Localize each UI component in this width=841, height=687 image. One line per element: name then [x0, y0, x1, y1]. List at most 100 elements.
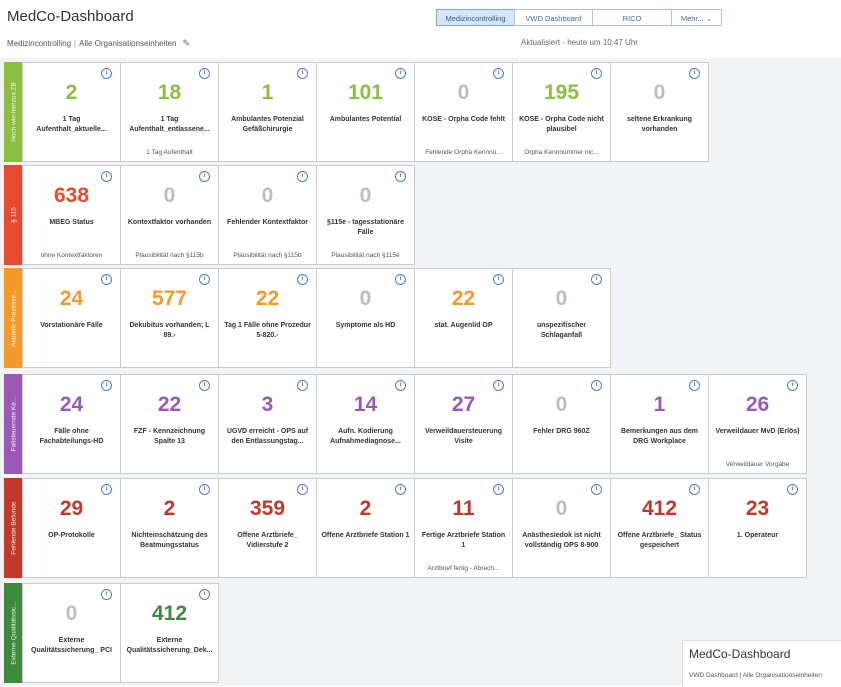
- info-icon[interactable]: i: [199, 484, 210, 495]
- kpi-tile[interactable]: i 26 Verweildauer MvD (Erlös) Verweildauer …: [708, 374, 807, 474]
- kpi-tile[interactable]: i 29 OP-Protokolle: [22, 478, 121, 578]
- pencil-icon[interactable]: ✎: [183, 38, 191, 49]
- kpi-label: 1 Tag Aufenthalt_aktuelle...: [36, 116, 107, 133]
- kpi-value: 24: [59, 287, 84, 310]
- tab-more[interactable]: Mehr... ⌄: [671, 9, 722, 26]
- info-icon[interactable]: i: [395, 274, 406, 285]
- info-icon[interactable]: i: [689, 68, 700, 79]
- kpi-label: Fertige Arztbriefe Station 1: [421, 532, 506, 549]
- kpi-value: 22: [157, 393, 182, 416]
- info-icon[interactable]: i: [493, 68, 504, 79]
- kpi-sublabel: Fehlende Orpha Kennnu...: [425, 149, 502, 156]
- kpi-tile[interactable]: i 22 stat. Augenlid OP: [414, 268, 513, 368]
- kpi-tile[interactable]: i 24 Fälle ohne Fachabteilungs-HD: [22, 374, 121, 474]
- breadcrumb-item-area[interactable]: Medizincontrolling: [7, 39, 71, 48]
- row-band: Fehlende Befunde: [4, 478, 23, 578]
- info-icon[interactable]: i: [787, 484, 798, 495]
- row-band-label: § 115: [10, 207, 17, 223]
- info-icon[interactable]: i: [297, 380, 308, 391]
- info-icon[interactable]: i: [199, 380, 210, 391]
- kpi-tile[interactable]: i 0 unspezifischer Schlaganfall: [512, 268, 611, 368]
- kpi-tile[interactable]: i 11 Fertige Arztbriefe Station 1 Arztbrief…: [414, 478, 513, 578]
- tile-row: Aktuelle Prozesse... i 24 Vorstationäre Fäl…: [4, 268, 611, 368]
- kpi-label: Nichteinschätzung des Beatmungsstatus: [131, 532, 208, 549]
- kpi-tile[interactable]: i 0 Fehler DRG 960Z: [512, 374, 611, 474]
- breadcrumb-item-org[interactable]: Alle Organisationseinheiten: [79, 39, 176, 48]
- info-icon[interactable]: i: [395, 380, 406, 391]
- info-icon[interactable]: i: [689, 484, 700, 495]
- kpi-tile[interactable]: i 577 Dekubitus vorhanden; L 89.-: [120, 268, 219, 368]
- info-icon[interactable]: i: [199, 171, 210, 182]
- info-icon[interactable]: i: [101, 274, 112, 285]
- kpi-tile[interactable]: i 0 KOSE - Orpha Code fehlt Fehlende Orpha …: [414, 62, 513, 162]
- info-icon[interactable]: i: [199, 589, 210, 600]
- kpi-tile[interactable]: i 2 1 Tag Aufenthalt_aktuelle...: [22, 62, 121, 162]
- info-icon[interactable]: i: [395, 484, 406, 495]
- kpi-value: 0: [555, 393, 568, 416]
- info-icon[interactable]: i: [787, 380, 798, 391]
- kpi-tile[interactable]: i 3 UGVD erreicht - OPS auf den Entlassung…: [218, 374, 317, 474]
- info-icon[interactable]: i: [297, 171, 308, 182]
- kpi-tile[interactable]: i 0 seltene Erkrankung vorhanden: [610, 62, 709, 162]
- info-icon[interactable]: i: [101, 589, 112, 600]
- kpi-value: 2: [359, 497, 372, 520]
- info-icon[interactable]: i: [689, 380, 700, 391]
- info-icon[interactable]: i: [591, 274, 602, 285]
- kpi-tile[interactable]: i 1 Ambulantes Potenzial Gefäßchirurgie: [218, 62, 317, 162]
- info-icon[interactable]: i: [199, 68, 210, 79]
- kpi-tile[interactable]: i 2 Nichteinschätzung des Beatmungsstatus: [120, 478, 219, 578]
- info-icon[interactable]: i: [297, 484, 308, 495]
- kpi-label: Fälle ohne Fachabteilungs-HD: [39, 428, 104, 445]
- kpi-label: 1. Operateur: [736, 532, 779, 539]
- info-icon[interactable]: i: [395, 68, 406, 79]
- kpi-tile[interactable]: i 0 Symptome als HD: [316, 268, 415, 368]
- kpi-tile[interactable]: i 412 Externe Qualitätssicherung_Dek...: [120, 583, 219, 683]
- kpi-tile[interactable]: i 22 Tag 1 Fälle ohne Prozedur 5-820.-: [218, 268, 317, 368]
- popup-subtitle: VWD Dashboard | Alle Organisationseinhei…: [689, 672, 822, 679]
- info-icon[interactable]: i: [199, 274, 210, 285]
- tab-vwd-dashboard[interactable]: VWD Dashboard: [514, 9, 593, 26]
- info-icon[interactable]: i: [493, 274, 504, 285]
- kpi-tile[interactable]: i 0 §115e - tagesstationäre Fälle Plausibil…: [316, 165, 415, 265]
- info-icon[interactable]: i: [493, 484, 504, 495]
- kpi-tile[interactable]: i 2 Offene Arztbriefe Station 1: [316, 478, 415, 578]
- kpi-tile[interactable]: i 14 Aufn. Kodierung Aufnahmediagnose...: [316, 374, 415, 474]
- kpi-label: Verweildauersteuerung Visite: [424, 428, 503, 445]
- tab-medizincontrolling[interactable]: Medizincontrolling: [436, 9, 515, 26]
- kpi-tile[interactable]: i 0 Fehlender Kontextfaktor Plausibilität n…: [218, 165, 317, 265]
- tab-rico[interactable]: RICO: [592, 9, 672, 26]
- dashboard-popup[interactable]: MedCo-Dashboard VWD Dashboard | Alle Org…: [682, 640, 841, 687]
- kpi-value: 101: [347, 81, 384, 104]
- info-icon[interactable]: i: [493, 380, 504, 391]
- info-icon[interactable]: i: [591, 68, 602, 79]
- kpi-tile[interactable]: i 0 Anästhesiedok ist nicht vollständig OP…: [512, 478, 611, 578]
- kpi-tile[interactable]: i 412 Offene Arztbriefe_ Status gespeicher…: [610, 478, 709, 578]
- kpi-tile[interactable]: i 0 Kontextfaktor vorhanden Plausibilität n…: [120, 165, 219, 265]
- kpi-tile[interactable]: i 22 FZF - Kennzeichnung Spalte 13: [120, 374, 219, 474]
- app-title: MedCo-Dashboard: [7, 8, 134, 25]
- kpi-value: 2: [65, 81, 78, 104]
- kpi-tile[interactable]: i 1 Bemerkungen aus dem DRG Workplace: [610, 374, 709, 474]
- info-icon[interactable]: i: [297, 68, 308, 79]
- info-icon[interactable]: i: [297, 274, 308, 285]
- info-icon[interactable]: i: [101, 484, 112, 495]
- info-icon[interactable]: i: [591, 380, 602, 391]
- info-icon[interactable]: i: [395, 171, 406, 182]
- info-icon[interactable]: i: [591, 484, 602, 495]
- kpi-tile[interactable]: i 0 Externe Qualitätssicherung_ PCI: [22, 583, 121, 683]
- kpi-tile[interactable]: i 195 KOSE - Orpha Code nicht plausibel Orp…: [512, 62, 611, 162]
- kpi-tile[interactable]: i 638 MBEG Status ohne Kontextfaktoren: [22, 165, 121, 265]
- info-icon[interactable]: i: [101, 68, 112, 79]
- info-icon[interactable]: i: [101, 380, 112, 391]
- kpi-label: Aufn. Kodierung Aufnahmediagnose...: [330, 428, 401, 445]
- kpi-tile[interactable]: i 27 Verweildauersteuerung Visite: [414, 374, 513, 474]
- info-icon[interactable]: i: [101, 171, 112, 182]
- kpi-sublabel: Plausibilität nach §115b: [233, 252, 302, 259]
- kpi-tile[interactable]: i 359 Offene Arztbriefe_ Vidierstufe 2: [218, 478, 317, 578]
- kpi-value: 1: [261, 81, 274, 104]
- kpi-tile[interactable]: i 18 1 Tag Aufenthalt_entlassene... 1 Tag A…: [120, 62, 219, 162]
- kpi-tile[interactable]: i 101 Ambulantes Potential: [316, 62, 415, 162]
- kpi-tile[interactable]: i 24 Vorstationäre Fälle: [22, 268, 121, 368]
- kpi-label: Ambulantes Potenzial Gefäßchirurgie: [231, 116, 304, 133]
- kpi-tile[interactable]: i 23 1. Operateur: [708, 478, 807, 578]
